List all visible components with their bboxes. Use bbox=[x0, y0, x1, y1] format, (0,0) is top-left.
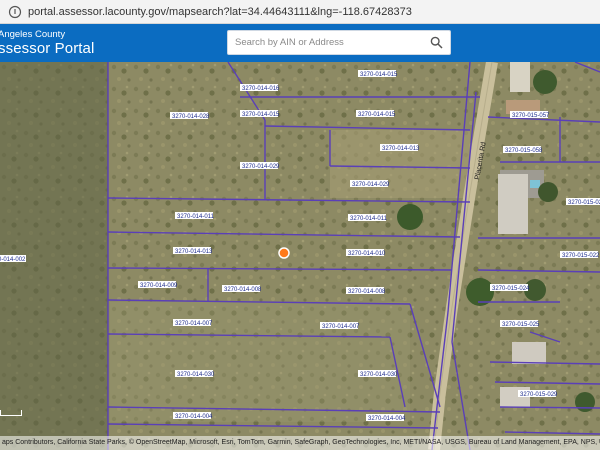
parcel-label[interactable]: 3270-015-027 bbox=[566, 198, 600, 206]
svg-text:3270-014-011: 3270-014-011 bbox=[177, 214, 215, 220]
parcel-label[interactable]: 3270-014-010 bbox=[346, 249, 386, 257]
parcel-label[interactable]: 3270-015-057 bbox=[510, 111, 550, 119]
svg-text:3270-014-007: 3270-014-007 bbox=[322, 324, 360, 330]
parcel-label[interactable]: 3270-014-011 bbox=[348, 214, 388, 222]
tree bbox=[533, 70, 557, 94]
site-info-icon[interactable] bbox=[8, 5, 22, 19]
parcel-label[interactable]: 3270-014-004 bbox=[366, 414, 406, 422]
house bbox=[498, 174, 528, 234]
parcel-label[interactable]: 3270-014-008 bbox=[346, 287, 386, 295]
svg-text:3270-014-004: 3270-014-004 bbox=[175, 414, 213, 420]
svg-text:3270-014-009: 3270-014-009 bbox=[140, 283, 178, 289]
search-box[interactable] bbox=[227, 30, 451, 55]
svg-text:3270-014-008: 3270-014-008 bbox=[224, 287, 262, 293]
svg-text:3270-014-028: 3270-014-028 bbox=[172, 114, 210, 120]
parcel-label[interactable]: 3270-014-015 bbox=[356, 110, 396, 118]
map-attribution: aps Contributors, California State Parks… bbox=[0, 436, 600, 450]
svg-text:3270-014-030: 3270-014-030 bbox=[177, 372, 215, 378]
parcel-label[interactable]: 3270-015-029 bbox=[518, 390, 558, 398]
svg-text:3270-014-015: 3270-014-015 bbox=[360, 72, 398, 78]
svg-text:3270-014-030: 3270-014-030 bbox=[360, 372, 398, 378]
parcel-label[interactable]: 3270-014-008 bbox=[222, 285, 262, 293]
search-input[interactable] bbox=[228, 31, 424, 54]
svg-text:3270-015-029: 3270-015-029 bbox=[520, 392, 558, 398]
parcel-label[interactable]: 3270-015-022 bbox=[560, 251, 600, 259]
app-window: portal.assessor.lacounty.gov/mapsearch?l… bbox=[0, 0, 600, 450]
svg-text:3270-014-015: 3270-014-015 bbox=[358, 112, 396, 118]
parcel-label[interactable]: 3270-015-024 bbox=[490, 284, 530, 292]
parcel-label[interactable]: 3270-014-004 bbox=[173, 412, 213, 420]
house bbox=[510, 62, 530, 92]
url-text[interactable]: portal.assessor.lacounty.gov/mapsearch?l… bbox=[28, 6, 412, 18]
scale-bar bbox=[0, 410, 22, 416]
parcel-label[interactable]: 3270-014-016 bbox=[240, 84, 280, 92]
portal-header: Angeles County ssessor Portal bbox=[0, 24, 600, 62]
parcel-label[interactable]: 3270-014-007 bbox=[320, 322, 360, 330]
pool bbox=[530, 180, 540, 188]
tree bbox=[575, 392, 595, 412]
parcel-label[interactable]: 3270-014-011 bbox=[175, 212, 215, 220]
parcel-label[interactable]: 3270-015-058 bbox=[503, 146, 543, 154]
svg-text:3270-015-027: 3270-015-027 bbox=[568, 200, 600, 206]
parcel-label[interactable]: 3270-014-015 bbox=[240, 110, 280, 118]
brand-title[interactable]: ssessor Portal bbox=[0, 40, 94, 57]
svg-text:3270-015-057: 3270-015-057 bbox=[512, 113, 550, 119]
parcel-label[interactable]: 3270-014-013 bbox=[173, 247, 213, 255]
tree bbox=[397, 204, 423, 230]
svg-text:3270-015-025: 3270-015-025 bbox=[502, 322, 540, 328]
parcel-label[interactable]: 3270-014-015 bbox=[358, 70, 398, 78]
terrain-field-lower bbox=[110, 302, 410, 422]
svg-text:3270-014-015: 3270-014-015 bbox=[242, 112, 280, 118]
parcel-label[interactable]: 3270-014-028 bbox=[170, 112, 210, 120]
svg-text:3270-014-008: 3270-014-008 bbox=[348, 289, 386, 295]
svg-text:3270-014-013: 3270-014-013 bbox=[382, 146, 420, 152]
svg-text:3270-014-010: 3270-014-010 bbox=[348, 251, 386, 257]
terrain-field bbox=[330, 130, 470, 198]
svg-text:3270-014-007: 3270-014-007 bbox=[175, 321, 213, 327]
svg-text:3270-015-058: 3270-015-058 bbox=[505, 148, 543, 154]
map-canvas[interactable]: 3270-014-015 3270-014-016 3270-014-028 3… bbox=[0, 62, 600, 450]
parcel-label[interactable]: 3270-014-030 bbox=[175, 370, 215, 378]
svg-text:3270-014-029: 3270-014-029 bbox=[242, 164, 280, 170]
parcel-label[interactable]: 3270-014-029 bbox=[350, 180, 390, 188]
location-marker[interactable] bbox=[278, 247, 290, 259]
brand-county: Angeles County bbox=[0, 29, 66, 40]
search-icon[interactable] bbox=[430, 36, 443, 49]
svg-text:3270-014-013: 3270-014-013 bbox=[175, 249, 213, 255]
map-svg[interactable]: 3270-014-015 3270-014-016 3270-014-028 3… bbox=[0, 62, 600, 450]
tree bbox=[538, 182, 558, 202]
parcel-label[interactable]: 3270-014-029 bbox=[240, 162, 280, 170]
svg-text:3270-014-004: 3270-014-004 bbox=[368, 416, 406, 422]
svg-text:3270-015-022: 3270-015-022 bbox=[562, 253, 600, 259]
svg-text:3270-014-011: 3270-014-011 bbox=[350, 216, 388, 222]
house bbox=[512, 342, 546, 364]
svg-text:3270-014-002: 3270-014-002 bbox=[0, 257, 26, 263]
parcel-label[interactable]: 3270-014-013 bbox=[380, 144, 420, 152]
parcel-label[interactable]: 3270-014-009 bbox=[138, 281, 178, 289]
svg-text:3270-015-024: 3270-015-024 bbox=[492, 286, 530, 292]
svg-text:3270-014-029: 3270-014-029 bbox=[352, 182, 390, 188]
browser-address-bar[interactable]: portal.assessor.lacounty.gov/mapsearch?l… bbox=[0, 0, 600, 24]
svg-text:3270-014-016: 3270-014-016 bbox=[242, 86, 280, 92]
parcel-label[interactable]: 3270-014-007 bbox=[173, 319, 213, 327]
parcel-label[interactable]: 3270-015-025 bbox=[500, 320, 540, 328]
parcel-label[interactable]: 3270-014-002 bbox=[0, 255, 26, 263]
parcel-label[interactable]: 3270-014-030 bbox=[358, 370, 398, 378]
